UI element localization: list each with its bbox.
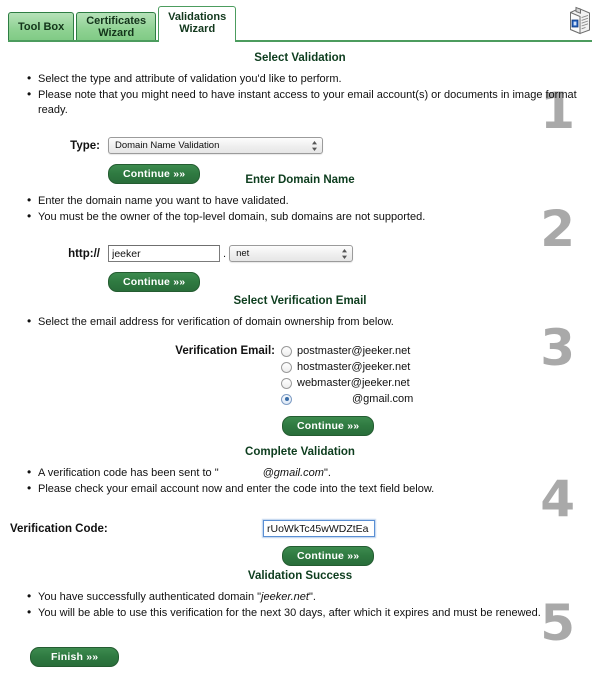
continue-row-3: Continue »» bbox=[282, 416, 590, 436]
radio-option-hostmaster[interactable]: hostmaster@jeeker.net bbox=[281, 359, 413, 375]
radio-icon[interactable] bbox=[281, 377, 292, 389]
tab-label: Validations Wizard bbox=[168, 10, 227, 35]
tab-bar: Tool Box Certificates Wizard Validations… bbox=[0, 0, 600, 44]
section-complete-validation: 4 Complete Validation A verification cod… bbox=[10, 436, 590, 566]
tab-certificates-wizard[interactable]: Certificates Wizard bbox=[76, 12, 157, 42]
domain-name-input[interactable] bbox=[108, 245, 220, 262]
bullet: You have successfully authenticated doma… bbox=[27, 589, 590, 606]
validation-type-value: Domain Name Validation bbox=[115, 140, 220, 151]
clipboard-icon[interactable] bbox=[566, 5, 592, 35]
radio-icon[interactable] bbox=[281, 361, 292, 373]
verification-email-label: Verification Email: bbox=[175, 345, 275, 357]
bullet-domain: jeeker.net bbox=[261, 591, 309, 603]
type-row: Type: Domain Name Validation bbox=[50, 137, 590, 154]
continue-label: Continue »» bbox=[297, 420, 360, 432]
tld-value: net bbox=[236, 248, 250, 259]
verification-code-row: Verification Code: bbox=[10, 520, 590, 537]
tld-select[interactable]: net bbox=[229, 245, 354, 262]
type-label: Type: bbox=[70, 139, 100, 152]
bullet: A verification code has been sent to "xx… bbox=[27, 465, 590, 482]
section-title-enter-domain-name: Enter Domain Name bbox=[245, 174, 355, 186]
verification-code-input[interactable] bbox=[263, 520, 375, 537]
domain-row: http:// . net bbox=[50, 245, 590, 262]
section-select-validation: 1 Select Validation Select the type and … bbox=[10, 42, 590, 184]
wizard-content: 1 Select Validation Select the type and … bbox=[0, 42, 600, 667]
bullet-email: @gmail.com bbox=[262, 467, 324, 479]
section-enter-domain-name: 2 Enter Domain Name Enter the domain nam… bbox=[10, 164, 590, 292]
radio-label: hostmaster@jeeker.net bbox=[297, 361, 411, 373]
finish-label: Finish »» bbox=[51, 651, 99, 663]
bullet-text-post: ". bbox=[323, 467, 331, 479]
redacted-email-prefix: xxxxxxxx bbox=[218, 466, 263, 481]
section-title-complete-validation: Complete Validation bbox=[245, 446, 355, 458]
radio-option-gmail[interactable]: xxxxxxxxxx @gmail.com bbox=[281, 391, 413, 407]
protocol-label: http:// bbox=[68, 247, 100, 260]
chevron-updown-icon bbox=[311, 140, 318, 152]
section2-bullets: Enter the domain name you want to have v… bbox=[10, 193, 590, 226]
domain-dot: . bbox=[223, 247, 227, 260]
section-title-select-validation: Select Validation bbox=[254, 52, 346, 64]
bullet-text-pre: You have successfully authenticated doma… bbox=[38, 591, 262, 603]
bullet: Select the type and attribute of validat… bbox=[27, 71, 590, 88]
tab-label: Certificates Wizard bbox=[86, 15, 147, 39]
bullet: Please note that you might need to have … bbox=[27, 87, 590, 119]
radio-label: @gmail.com bbox=[352, 393, 414, 405]
redacted-email-prefix: xxxxxxxxxx bbox=[297, 393, 352, 405]
verification-email-row: Verification Email: postmaster@jeeker.ne… bbox=[10, 343, 590, 407]
bullet: Select the email address for verificatio… bbox=[27, 314, 590, 331]
radio-option-webmaster[interactable]: webmaster@jeeker.net bbox=[281, 375, 413, 391]
bullet-text-post: ". bbox=[308, 591, 316, 603]
section-title-select-verification-email: Select Verification Email bbox=[233, 295, 367, 307]
bullet-text-pre: A verification code has been sent to " bbox=[38, 467, 219, 479]
tab-tool-box[interactable]: Tool Box bbox=[8, 12, 75, 42]
section3-bullets: Select the email address for verificatio… bbox=[10, 314, 590, 331]
verification-code-label: Verification Code: bbox=[10, 522, 108, 535]
tab-list: Tool Box Certificates Wizard Validations… bbox=[8, 6, 600, 44]
tab-validations-wizard[interactable]: Validations Wizard bbox=[158, 6, 237, 44]
validation-type-select[interactable]: Domain Name Validation bbox=[108, 137, 323, 154]
section5-bullets: You have successfully authenticated doma… bbox=[10, 589, 590, 622]
bullet: You will be able to use this verificatio… bbox=[27, 605, 590, 622]
verification-email-options: postmaster@jeeker.net hostmaster@jeeker.… bbox=[281, 343, 413, 407]
bullet: Please check your email account now and … bbox=[27, 481, 590, 498]
section-title-validation-success: Validation Success bbox=[247, 570, 353, 582]
section-select-verification-email: 3 Select Verification Email Select the e… bbox=[10, 285, 590, 436]
continue-button-3[interactable]: Continue »» bbox=[282, 416, 375, 436]
radio-option-postmaster[interactable]: postmaster@jeeker.net bbox=[281, 343, 413, 359]
radio-icon[interactable] bbox=[281, 393, 292, 405]
radio-label: postmaster@jeeker.net bbox=[297, 345, 411, 357]
finish-row: Finish »» bbox=[30, 647, 590, 667]
tab-underline bbox=[8, 40, 592, 42]
section-validation-success: 5 Validation Success You have successful… bbox=[10, 560, 590, 667]
radio-label: webmaster@jeeker.net bbox=[297, 377, 410, 389]
tab-label: Tool Box bbox=[18, 21, 65, 33]
section1-bullets: Select the type and attribute of validat… bbox=[10, 71, 590, 119]
chevron-updown-icon bbox=[341, 248, 348, 260]
section4-bullets: A verification code has been sent to "xx… bbox=[10, 465, 590, 498]
finish-button[interactable]: Finish »» bbox=[30, 647, 120, 667]
radio-icon[interactable] bbox=[281, 345, 292, 357]
bullet: Enter the domain name you want to have v… bbox=[27, 193, 590, 210]
bullet: You must be the owner of the top-level d… bbox=[27, 209, 590, 226]
